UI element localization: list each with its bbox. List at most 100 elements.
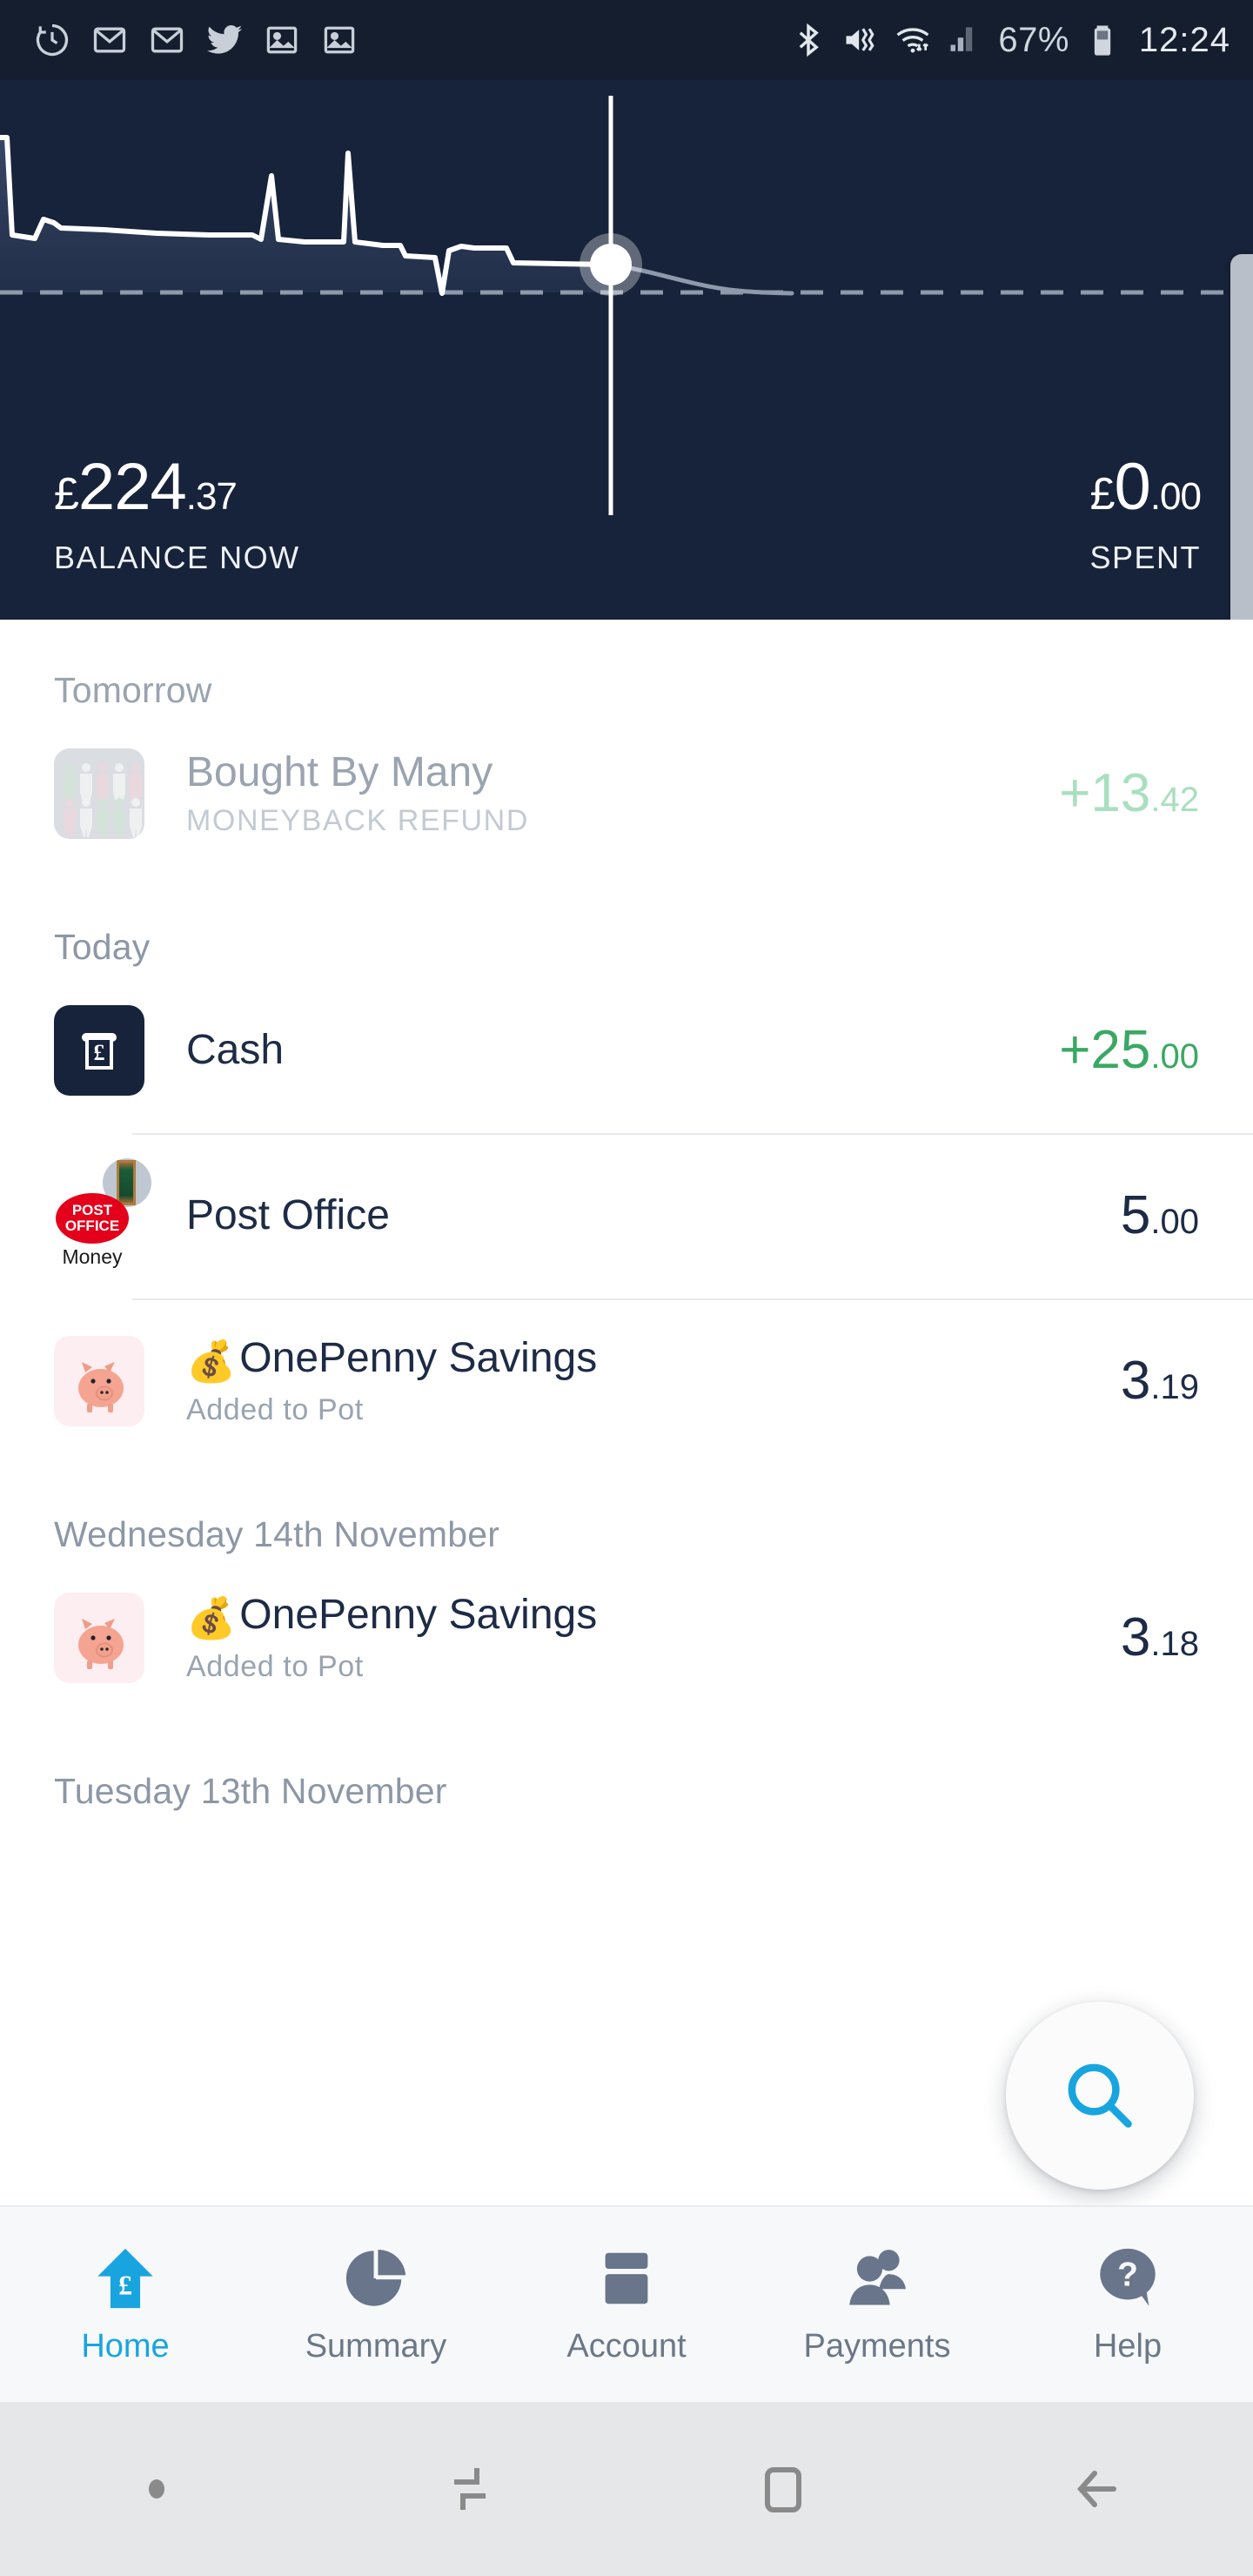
banknote-icon: £ [54,1005,144,1096]
signal-icon [946,21,984,59]
dot-indicator [0,2478,313,2500]
transaction-text: Post Office [186,1192,1121,1239]
piggy-bank-icon [54,1336,144,1426]
recents-button[interactable] [313,2456,626,2522]
transaction-group: Tomorrow Bought By Many MONEYBACK REFUND… [0,620,1253,876]
chart-cursor-dot [590,244,632,285]
spent-integer: 0 [1114,450,1151,524]
amount-major: 3 [1120,1351,1151,1411]
battery-icon [1083,21,1122,59]
amount-major: +13 [1059,763,1151,823]
transaction-title: Cash [186,1027,285,1074]
chart-area-fill [0,138,611,293]
transaction-group: Today £ Cash +25.00 POST OFFICE Money Po… [0,876,1253,1464]
gmail-icon [90,21,129,59]
table-row[interactable]: 💰OnePenny Savings Added to Pot 3.18 [0,1555,1253,1721]
amount-minor: .00 [1150,1037,1199,1076]
amount-minor: .18 [1150,1625,1199,1663]
search-fab-button[interactable] [1006,2002,1194,2190]
photo-icon [263,21,301,59]
balance-chart[interactable] [0,80,1253,515]
status-bar-left-icons [33,21,358,59]
post-office-line1: POST [71,1202,113,1219]
amount-major: 3 [1120,1607,1151,1667]
alarm-reset-icon [33,21,71,59]
balance-now-integer: 224 [77,450,187,524]
nav-label-account: Account [566,2327,687,2365]
day-heading: Tomorrow [54,670,212,710]
nav-item-help[interactable]: ? Help [1002,2207,1253,2402]
spent-amount: £0.00 [1089,454,1202,520]
table-row[interactable]: POST OFFICE Money Post Office 5.00 [0,1133,1253,1298]
nav-label-summary: Summary [305,2327,447,2365]
balance-now-block: £224.37 BALANCE NOW [54,454,300,576]
transaction-group: Tuesday 13th November [0,1721,1253,1812]
transaction-title: Post Office [186,1192,390,1239]
transaction-amount: +13.42 [1059,767,1199,821]
battery-percent: 67% [998,20,1069,59]
transaction-title-text: OnePenny Savings [239,1592,598,1639]
bluetooth-icon [789,21,828,59]
android-navigation-bar[interactable] [0,2402,1253,2576]
home-pound-icon: £ [91,2244,159,2312]
search-icon [1060,2056,1140,2136]
balance-now-decimal: .37 [185,475,238,518]
twitter-icon [205,21,244,59]
spent-currency: £ [1089,469,1116,520]
svg-text:?: ? [1117,2256,1138,2293]
home-button[interactable] [626,2456,940,2522]
nav-item-account[interactable]: Account [501,2207,752,2402]
status-bar-right-icons: 67% 12:24 [789,21,1230,60]
nav-label-help: Help [1093,2327,1163,2365]
balance-summary: £224.37 BALANCE NOW £0.00 SPENT [0,454,1253,620]
transaction-text: 💰OnePenny Savings Added to Pot [186,1335,1121,1427]
amount-minor: .19 [1150,1368,1199,1406]
people-group-icon [54,748,144,839]
back-button[interactable] [940,2456,1253,2522]
transaction-amount: +25.00 [1059,1023,1199,1077]
pie-chart-icon [342,2244,410,2312]
spent-decimal: .00 [1149,475,1202,518]
clock-time: 12:24 [1138,20,1230,59]
row-divider [132,1298,1253,1300]
balance-header: £224.37 BALANCE NOW £0.00 SPENT [0,80,1253,620]
table-row[interactable]: 💰OnePenny Savings Added to Pot 3.19 [0,1298,1253,1464]
transaction-title: Bought By Many [186,748,493,795]
day-heading: Wednesday 14th November [54,1514,500,1554]
transaction-subtitle: Added to Pot [186,1392,364,1426]
nav-item-summary[interactable]: Summary [251,2207,501,2402]
nav-label-payments: Payments [803,2327,951,2365]
money-bag-emoji: 💰 [186,1338,237,1385]
table-row[interactable]: Bought By Many MONEYBACK REFUND +13.42 [0,711,1253,876]
post-office-money-logo: POST OFFICE Money [54,1158,151,1268]
day-heading: Today [54,927,151,967]
transaction-subtitle: MONEYBACK REFUND [186,804,529,838]
post-office-money-word: Money [62,1245,123,1268]
table-row[interactable]: £ Cash +25.00 [0,968,1253,1133]
amount-major: +25 [1059,1020,1151,1080]
card-icon [593,2244,660,2312]
status-bar: 67% 12:24 [0,0,1253,80]
transaction-subtitle: Added to Pot [186,1649,364,1683]
transaction-list[interactable]: Tomorrow Bought By Many MONEYBACK REFUND… [0,620,1253,2205]
transaction-amount: 5.00 [1121,1189,1199,1243]
spent-label: SPENT [1089,540,1201,575]
transaction-group: Wednesday 14th November 💰OnePenny Saving… [0,1464,1253,1721]
svg-text:£: £ [118,2270,132,2300]
money-bag-emoji: 💰 [186,1595,237,1641]
transaction-amount: 3.18 [1121,1611,1199,1665]
balance-now-amount: £224.37 [54,454,300,520]
transaction-amount: 3.19 [1121,1354,1199,1408]
gmail-icon [148,21,186,59]
photo-icon [320,21,358,59]
bottom-navigation[interactable]: £ Home Summary Account Payments ? Help [0,2205,1253,2402]
amount-minor: .00 [1150,1203,1199,1241]
amount-minor: .42 [1150,781,1199,819]
row-divider [132,1133,1253,1135]
day-heading: Tuesday 13th November [54,1771,447,1811]
transaction-text: Bought By Many MONEYBACK REFUND [186,749,1059,839]
nav-item-payments[interactable]: Payments [752,2207,1002,2402]
amount-major: 5 [1120,1185,1151,1245]
nav-item-home[interactable]: £ Home [0,2207,251,2402]
spent-block: £0.00 SPENT [1089,454,1202,576]
